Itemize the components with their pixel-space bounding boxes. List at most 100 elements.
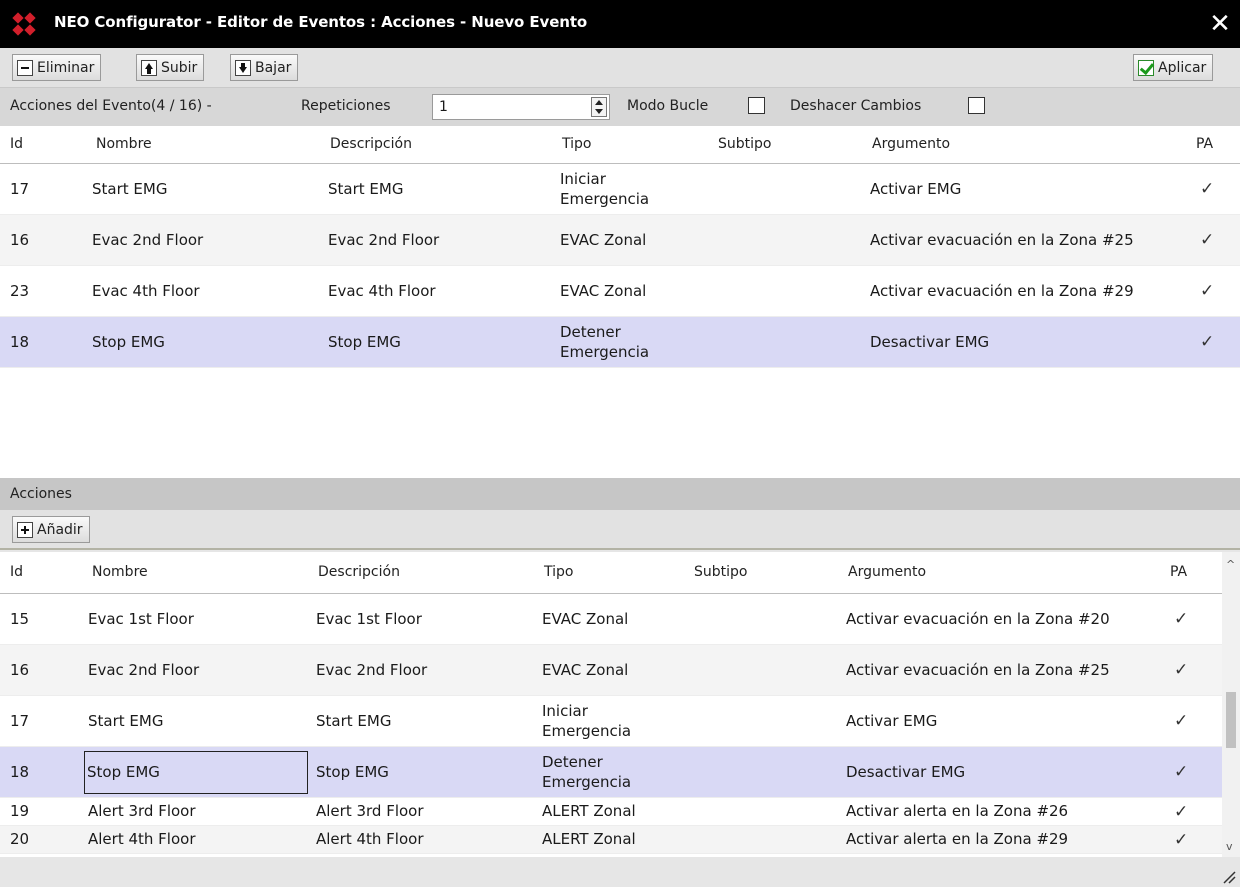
all-actions-table: Id Nombre Descripción Tipo Subtipo Argum… — [0, 552, 1222, 857]
cell-id: 16 — [10, 230, 30, 249]
table-row[interactable]: 17 Start EMG Start EMG Iniciar Emergenci… — [0, 696, 1222, 747]
cell-descripcion: Start EMG — [316, 711, 392, 730]
cell-descripcion: Stop EMG — [316, 762, 389, 781]
deshacer-cambios-label: Deshacer Cambios — [790, 98, 922, 114]
cell-id: 18 — [10, 762, 30, 781]
bajar-button[interactable]: Bajar — [230, 54, 299, 81]
bajar-label: Bajar — [255, 59, 292, 76]
pa-checkmark-icon: ✓ — [1174, 660, 1189, 680]
anadir-button[interactable]: Añadir — [12, 516, 90, 543]
close-icon[interactable]: ✕ — [1206, 10, 1234, 38]
cell-argumento: Desactivar EMG — [846, 762, 966, 781]
table-header: Id Nombre Descripción Tipo Subtipo Argum… — [0, 126, 1240, 164]
arrow-up-icon — [141, 59, 157, 76]
pa-checkmark-icon: ✓ — [1174, 829, 1189, 850]
cell-argumento: Activar evacuación en la Zona #25 — [870, 230, 1134, 249]
event-actions-table: Id Nombre Descripción Tipo Subtipo Argum… — [0, 126, 1240, 478]
col-nombre[interactable]: Nombre — [92, 564, 148, 580]
plus-icon — [17, 521, 33, 538]
scroll-down-icon[interactable]: v — [1226, 840, 1233, 853]
col-pa[interactable]: PA — [1170, 564, 1187, 580]
vertical-scrollbar[interactable]: ^ v — [1222, 552, 1240, 857]
cell-argumento: Activar EMG — [870, 179, 962, 198]
pa-checkmark-icon: ✓ — [1174, 801, 1189, 822]
scroll-up-icon[interactable]: ^ — [1226, 558, 1235, 571]
col-nombre[interactable]: Nombre — [96, 136, 152, 152]
modo-bucle-label: Modo Bucle — [627, 98, 709, 114]
table-row[interactable]: 20 Alert 4th Floor Alert 4th Floor ALERT… — [0, 826, 1222, 854]
minus-icon — [17, 59, 33, 76]
cell-argumento: Activar EMG — [846, 711, 938, 730]
cell-argumento: Activar alerta en la Zona #26 — [846, 802, 1069, 821]
cell-id: 17 — [10, 711, 30, 730]
eliminar-label: Eliminar — [37, 59, 95, 76]
col-tipo[interactable]: Tipo — [562, 136, 591, 152]
table-header: Id Nombre Descripción Tipo Subtipo Argum… — [0, 552, 1222, 594]
col-subtipo[interactable]: Subtipo — [718, 136, 771, 152]
aplicar-button[interactable]: Aplicar — [1133, 54, 1214, 81]
col-id[interactable]: Id — [10, 564, 23, 580]
cell-tipo: Detener Emergencia — [560, 322, 650, 361]
table-row[interactable]: 23 Evac 4th Floor Evac 4th Floor EVAC Zo… — [0, 266, 1240, 317]
cell-nombre: Evac 4th Floor — [92, 281, 200, 300]
cell-nombre: Evac 1st Floor — [88, 609, 194, 628]
table-row-selected[interactable]: 18 Stop EMG Stop EMG Detener Emergencia … — [0, 747, 1222, 798]
acciones-section-label: Acciones — [10, 486, 72, 502]
repeticiones-spinner[interactable] — [591, 97, 607, 117]
table-row[interactable]: 15 Evac 1st Floor Evac 1st Floor EVAC Zo… — [0, 594, 1222, 645]
cell-id: 17 — [10, 179, 30, 198]
modo-bucle-checkbox[interactable] — [748, 97, 765, 114]
col-id[interactable]: Id — [10, 136, 23, 152]
cell-tipo: EVAC Zonal — [542, 609, 629, 628]
cell-nombre: Alert 3rd Floor — [88, 802, 196, 821]
pa-checkmark-icon: ✓ — [1174, 609, 1189, 629]
repeticiones-label: Repeticiones — [301, 98, 391, 114]
col-descripcion[interactable]: Descripción — [318, 564, 400, 580]
deshacer-cambios-checkbox[interactable] — [968, 97, 985, 114]
cell-descripcion: Evac 4th Floor — [328, 281, 436, 300]
cell-id: 15 — [10, 609, 30, 628]
resize-grip-icon[interactable] — [1222, 870, 1236, 884]
pa-checkmark-icon: ✓ — [1200, 179, 1215, 199]
cell-tipo: EVAC Zonal — [542, 660, 629, 679]
aplicar-label: Aplicar — [1158, 59, 1207, 76]
col-tipo[interactable]: Tipo — [544, 564, 573, 580]
col-argumento[interactable]: Argumento — [848, 564, 926, 580]
pa-checkmark-icon: ✓ — [1174, 762, 1189, 782]
cell-descripcion: Alert 3rd Floor — [316, 802, 424, 821]
pa-checkmark-icon: ✓ — [1200, 332, 1215, 352]
cell-nombre-focused[interactable]: Stop EMG — [84, 751, 308, 794]
event-options-bar: Acciones del Evento(4 / 16) - Repeticion… — [0, 88, 1240, 126]
cell-argumento: Desactivar EMG — [870, 332, 990, 351]
cell-nombre: Stop EMG — [92, 332, 165, 351]
cell-descripcion: Evac 2nd Floor — [328, 230, 440, 249]
col-subtipo[interactable]: Subtipo — [694, 564, 747, 580]
cell-nombre: Evac 2nd Floor — [88, 660, 200, 679]
cell-argumento: Activar alerta en la Zona #29 — [846, 830, 1069, 849]
col-descripcion[interactable]: Descripción — [330, 136, 412, 152]
cell-descripcion: Alert 4th Floor — [316, 830, 424, 849]
table-row[interactable]: 17 Start EMG Start EMG Iniciar Emergenci… — [0, 164, 1240, 215]
eliminar-button[interactable]: Eliminar — [12, 54, 102, 81]
table-row[interactable]: 16 Evac 2nd Floor Evac 2nd Floor EVAC Zo… — [0, 645, 1222, 696]
cell-nombre: Start EMG — [92, 179, 168, 198]
toolbar: Eliminar Subir Bajar Aplicar — [0, 48, 1240, 88]
subir-label: Subir — [161, 59, 198, 76]
pa-checkmark-icon: ✓ — [1200, 230, 1215, 250]
col-pa[interactable]: PA — [1196, 136, 1213, 152]
cell-descripcion: Evac 1st Floor — [316, 609, 422, 628]
cell-id: 19 — [10, 802, 30, 821]
table-row-selected[interactable]: 18 Stop EMG Stop EMG Detener Emergencia … — [0, 317, 1240, 368]
repeticiones-input[interactable]: 1 — [432, 94, 610, 120]
col-argumento[interactable]: Argumento — [872, 136, 950, 152]
table-row[interactable]: 19 Alert 3rd Floor Alert 3rd Floor ALERT… — [0, 798, 1222, 826]
subir-button[interactable]: Subir — [136, 54, 205, 81]
cell-argumento: Activar evacuación en la Zona #20 — [846, 609, 1110, 628]
cell-id: 18 — [10, 332, 30, 351]
check-icon — [1138, 59, 1154, 76]
scroll-thumb[interactable] — [1226, 692, 1236, 748]
cell-argumento: Activar evacuación en la Zona #29 — [870, 281, 1134, 300]
table-row[interactable]: 16 Evac 2nd Floor Evac 2nd Floor EVAC Zo… — [0, 215, 1240, 266]
repeticiones-value: 1 — [439, 99, 448, 115]
cell-id: 20 — [10, 830, 30, 849]
